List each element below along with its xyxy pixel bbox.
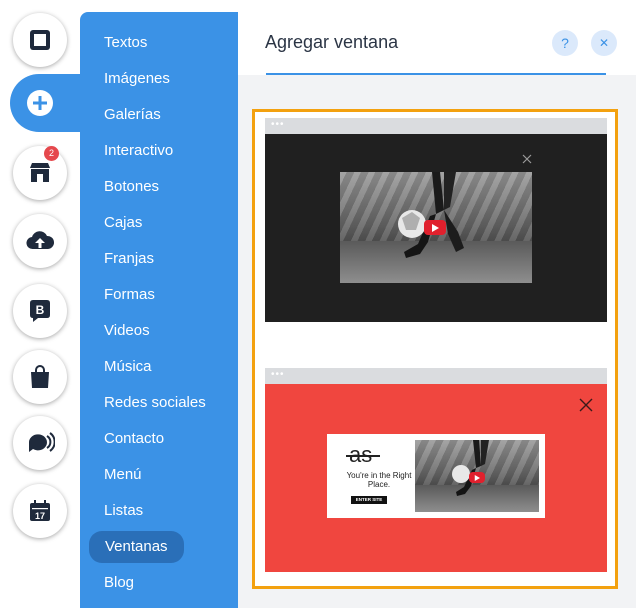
promo-box: as You're in the Right Place. ENTER SITE (327, 434, 545, 518)
play-button-icon (424, 220, 446, 235)
upload-icon (26, 231, 55, 250)
browser-bar: ••• (265, 368, 607, 384)
pages-icon (30, 30, 50, 50)
close-x-icon (522, 154, 532, 164)
browser-dots: ••• (271, 119, 285, 130)
menu-item-galerias[interactable]: Galerías (104, 102, 161, 128)
browser-dots: ••• (271, 369, 285, 380)
close-icon: ✕ (598, 36, 610, 50)
svg-text:B: B (36, 303, 45, 317)
panel-header: Agregar ventana ? ✕ (238, 12, 636, 74)
help-icon: ? (561, 35, 569, 51)
calendar-day: 17 (35, 511, 45, 521)
app-market-button[interactable]: 2 (13, 146, 67, 200)
upload-button[interactable] (13, 214, 67, 268)
chat-icon (29, 432, 55, 452)
menu-item-imagenes[interactable]: Imágenes (104, 66, 170, 92)
lightbox-preset-promo[interactable]: ••• as You're in the Right Place. ENTER … (265, 368, 607, 572)
promo-logo: as (346, 442, 380, 468)
app-market-icon (30, 163, 50, 182)
help-button[interactable]: ? (552, 30, 578, 56)
blog-button[interactable]: B (13, 284, 67, 338)
menu-item-contacto[interactable]: Contacto (104, 426, 164, 452)
add-panel: Agregar ventana ? ✕ ••• ••• as You're in… (238, 12, 636, 608)
promo-text: You're in the Right Place. (346, 471, 412, 489)
menu-item-interactivo[interactable]: Interactivo (104, 138, 173, 164)
menu-item-ventanas[interactable]: Ventanas (89, 531, 184, 563)
lightbox-preset-video[interactable]: ••• (265, 118, 607, 322)
notification-badge: 2 (44, 146, 59, 161)
browser-bar: ••• (265, 118, 607, 134)
add-icon (27, 90, 53, 116)
enter-site-button: ENTER SITE (351, 496, 387, 504)
menu-item-franjas[interactable]: Franjas (104, 246, 154, 272)
calendar-icon: 17 (30, 500, 50, 521)
panel-title: Agregar ventana (265, 32, 399, 52)
blog-b-icon: B (30, 300, 50, 322)
menu-item-formas[interactable]: Formas (104, 282, 155, 308)
play-button-icon (469, 472, 485, 483)
menu-item-textos[interactable]: Textos (104, 30, 147, 56)
menu-item-musica[interactable]: Música (104, 354, 152, 380)
selected-preset-frame[interactable]: ••• ••• as You're in the Right Place. EN… (252, 109, 618, 589)
menu-item-menu[interactable]: Menú (104, 462, 142, 488)
lightbox-stage-red: as You're in the Right Place. ENTER SITE (265, 384, 607, 572)
menu-item-redes-sociales[interactable]: Redes sociales (104, 390, 206, 416)
pages-button[interactable] (13, 13, 67, 67)
menu-item-listas[interactable]: Listas (104, 498, 143, 524)
menu-item-videos[interactable]: Videos (104, 318, 150, 344)
store-bag-icon (31, 365, 49, 388)
menu-item-blog[interactable]: Blog (104, 570, 134, 596)
menu-item-botones[interactable]: Botones (104, 174, 159, 200)
promo-thumbnail (415, 440, 539, 512)
chat-button[interactable] (13, 416, 67, 470)
bookings-button[interactable]: 17 (13, 484, 67, 538)
add-category-menu: Textos Imágenes Galerías Interactivo Bot… (80, 12, 238, 608)
lightbox-stage-dark (265, 134, 607, 322)
store-button[interactable] (13, 350, 67, 404)
presets-list: ••• ••• as You're in the Right Place. EN… (238, 75, 636, 608)
menu-item-cajas[interactable]: Cajas (104, 210, 142, 236)
add-button[interactable] (13, 76, 67, 130)
left-toolbar: 2 B 17 (0, 0, 90, 608)
close-button[interactable]: ✕ (591, 30, 617, 56)
close-x-icon (579, 398, 593, 412)
video-thumbnail (340, 172, 532, 283)
